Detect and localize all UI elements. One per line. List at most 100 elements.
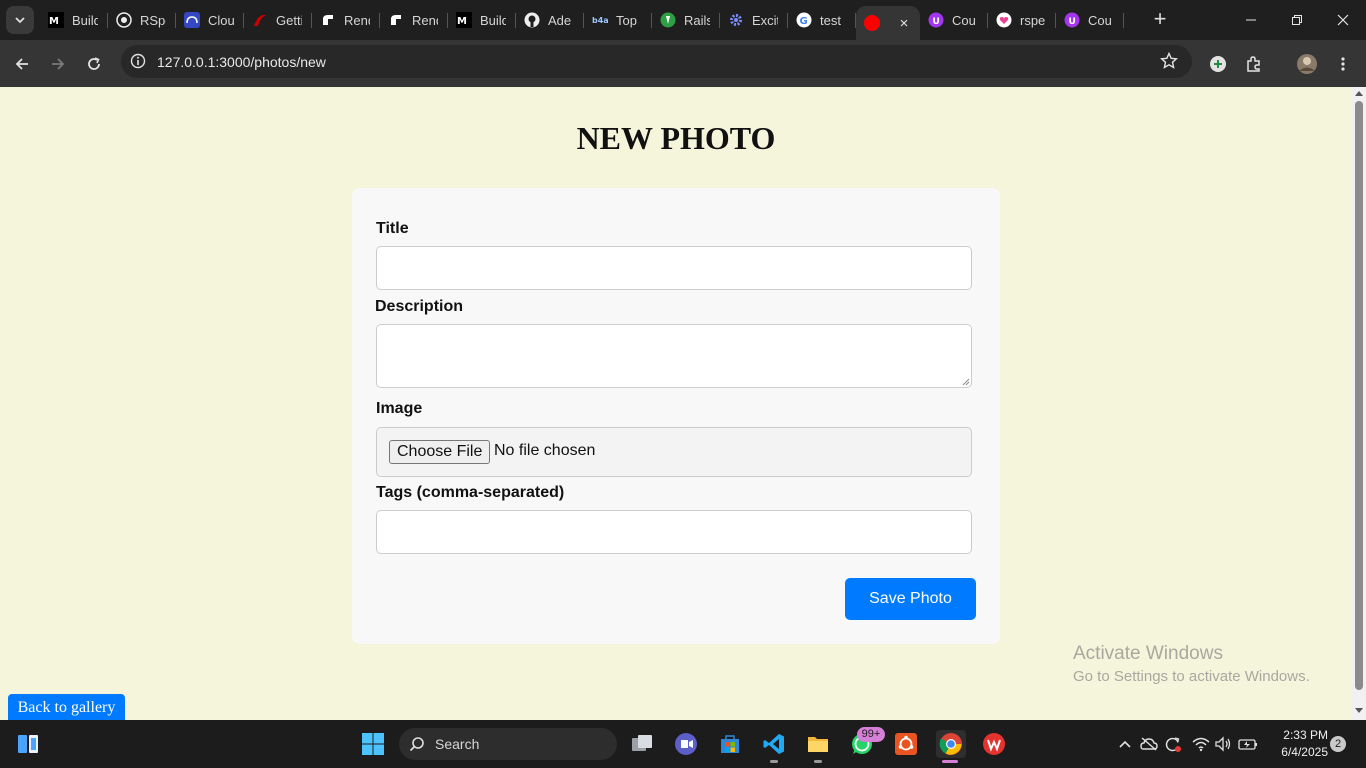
file-explorer-button[interactable] [804, 730, 832, 758]
teams-button[interactable] [672, 730, 700, 758]
railway-icon [660, 12, 676, 28]
puzzle-icon [1247, 56, 1260, 72]
whatsapp-badge: 99+ [857, 727, 885, 742]
browser-tab-active[interactable]: × [856, 6, 920, 40]
new-tab-button[interactable]: + [1148, 8, 1172, 32]
scroll-up-icon[interactable] [1355, 90, 1363, 96]
tab-title: Build [72, 12, 98, 28]
widgets-button[interactable] [14, 730, 42, 758]
onedrive-icon[interactable] [1139, 734, 1159, 754]
browser-tab[interactable]: Render [312, 0, 380, 40]
ubuntu-button[interactable] [892, 730, 920, 758]
tags-input[interactable] [376, 510, 972, 554]
chrome-button[interactable] [936, 730, 966, 758]
battery-icon[interactable] [1238, 734, 1258, 754]
tab-search-button[interactable] [6, 6, 34, 34]
chrome-icon [939, 733, 962, 755]
minimize-button[interactable] [1228, 0, 1274, 40]
tab-title: RSpec [140, 12, 166, 28]
windows-taskbar: Search 99+ 2:33 PM 6/4/2025 2 [0, 720, 1366, 768]
task-view-button[interactable] [628, 730, 656, 758]
task-view-icon [632, 735, 652, 751]
browser-tab[interactable]: G test [788, 0, 856, 40]
bookmark-star-icon[interactable] [1159, 51, 1179, 70]
tab-title: test [820, 12, 841, 28]
store-button[interactable] [716, 730, 744, 758]
extensions-button[interactable] [1240, 50, 1268, 78]
browser-menu-button[interactable] [1329, 50, 1357, 78]
browser-tab[interactable]: M Build [448, 0, 516, 40]
cloudinary-icon [184, 12, 200, 28]
tab-title: Cloud [208, 12, 234, 28]
ubuntu-icon [895, 733, 917, 755]
tags-label: Tags (comma-separated) [376, 484, 565, 501]
browser-tab[interactable]: M Build [40, 0, 108, 40]
browser-tab[interactable]: Rails [652, 0, 720, 40]
plus-circle-icon [1210, 56, 1226, 72]
wifi-icon[interactable] [1191, 734, 1211, 754]
description-textarea[interactable] [376, 324, 972, 388]
site-info-icon[interactable] [128, 51, 148, 71]
render-icon [320, 12, 336, 28]
teams-icon [675, 733, 697, 755]
profile-avatar[interactable] [1293, 50, 1321, 78]
show-hidden-icons-button[interactable] [1115, 734, 1135, 754]
browser-tab[interactable]: Excit [720, 0, 788, 40]
browser-tab[interactable]: Ade [516, 0, 584, 40]
tab-title: Ade [548, 12, 572, 28]
image-file-field: Choose File No file chosen [376, 427, 972, 477]
rspec-icon [116, 12, 132, 28]
back-to-gallery-link[interactable]: Back to gallery [8, 694, 125, 722]
save-photo-button[interactable]: Save Photo [845, 578, 976, 620]
vscode-button[interactable] [760, 730, 788, 758]
svg-text:M: M [457, 16, 467, 27]
arrow-right-icon [52, 58, 65, 70]
description-label: Description [375, 298, 464, 315]
wps-office-button[interactable] [980, 730, 1008, 758]
restore-icon [1292, 15, 1302, 25]
vscode-icon [763, 734, 784, 754]
clock-date[interactable]: 6/4/2025 [1262, 745, 1328, 759]
svg-text:G: G [800, 16, 808, 27]
browser-tab[interactable]: U Cou [920, 0, 988, 40]
forward-button[interactable] [44, 50, 72, 78]
more-vert-icon [1341, 57, 1345, 71]
page-scrollbar[interactable] [1352, 87, 1366, 720]
activate-windows-subtitle: Go to Settings to activate Windows. [1073, 668, 1310, 685]
close-icon [1337, 14, 1349, 26]
heart-icon [996, 12, 1012, 28]
svg-text:U: U [1069, 17, 1076, 27]
browser-tab[interactable]: Cloud [176, 0, 244, 40]
address-bar[interactable]: 127.0.0.1:3000/photos/new [121, 45, 1192, 78]
image-label: Image [376, 400, 423, 417]
b4a-icon: b4a [592, 12, 608, 28]
taskbar-search[interactable]: Search [399, 728, 617, 760]
search-label: Search [435, 736, 480, 752]
browser-tab[interactable]: rspe [988, 0, 1056, 40]
sync-icon[interactable] [1163, 734, 1183, 754]
extension-add-button[interactable] [1204, 50, 1232, 78]
scroll-down-icon[interactable] [1355, 708, 1363, 714]
close-window-button[interactable] [1320, 0, 1366, 40]
new-photo-form: Title Description Image Choose File No f… [352, 188, 1000, 644]
reload-button[interactable] [80, 50, 108, 78]
browser-tab[interactable]: Getting [244, 0, 312, 40]
browser-tab[interactable]: b4a Top [584, 0, 652, 40]
volume-icon[interactable] [1213, 734, 1233, 754]
title-input[interactable] [376, 246, 972, 290]
choose-file-button[interactable]: Choose File [389, 440, 491, 464]
clock-time[interactable]: 2:33 PM [1272, 728, 1328, 742]
browser-tab[interactable]: U Cou [1056, 0, 1124, 40]
back-button[interactable] [8, 50, 36, 78]
start-button[interactable] [359, 730, 387, 758]
tab-list: M Build RSpec Cloud Getting Render Rende… [40, 0, 1124, 40]
close-tab-icon[interactable]: × [896, 15, 912, 32]
browser-tab[interactable]: RSpec [108, 0, 176, 40]
github-icon [524, 12, 540, 28]
notification-badge[interactable]: 2 [1330, 736, 1346, 752]
scroll-thumb[interactable] [1355, 101, 1363, 690]
restore-button[interactable] [1274, 0, 1320, 40]
browser-tab[interactable]: Render [380, 0, 448, 40]
resize-grip-icon[interactable] [962, 378, 970, 386]
medium-icon: M [48, 12, 64, 28]
